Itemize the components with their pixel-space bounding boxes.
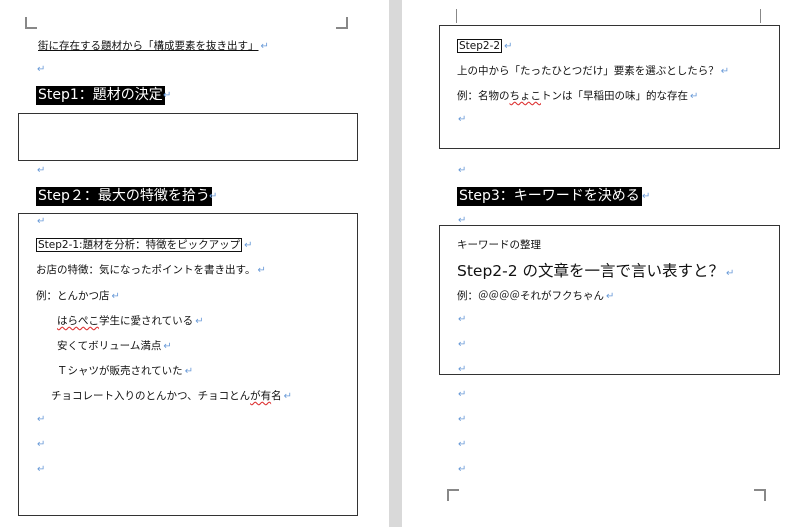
intro-line[interactable]: 街に存在する題材から「構成要素を抜き出す」 ↵ — [38, 39, 269, 54]
paragraph-mark: ↵ — [458, 314, 467, 325]
paragraph-mark: ↵ — [37, 216, 46, 227]
keyword-title[interactable]: キーワードの整理 — [457, 238, 541, 252]
step2-2-label[interactable]: Step2-2 ↵ — [457, 39, 512, 54]
keyword-example[interactable]: 例：＠＠＠＠それがフクちゃん ↵ — [457, 289, 614, 304]
step1-heading[interactable]: Step1：題材の決定 — [36, 86, 165, 105]
paragraph-mark: ↵ — [458, 464, 467, 475]
paragraph-mark: ↵ — [642, 191, 651, 202]
paragraph-mark: ↵ — [458, 439, 467, 450]
paragraph-mark: ↵ — [458, 339, 467, 350]
feature-item-2[interactable]: 安くてボリューム満点 ↵ — [57, 339, 172, 354]
step1-input-box[interactable] — [18, 113, 358, 161]
paragraph-mark: ↵ — [458, 414, 467, 425]
paragraph-mark: ↵ — [458, 165, 467, 176]
example-line[interactable]: 例：とんかつ店 ↵ — [36, 289, 120, 304]
feature-item-3[interactable]: Ｔシャツが販売されていた ↵ — [57, 364, 193, 379]
example-line[interactable]: 例：名物のちょこトンは「早稲田の味」的な存在 ↵ — [457, 89, 698, 104]
paragraph-mark: ↵ — [458, 114, 467, 125]
paragraph-mark: ↵ — [458, 389, 467, 400]
document-page-right: Step2-2 ↵ 上の中から「たったひとつだけ」要素を選ぶとしたら？ ↵ 例：名物… — [402, 0, 800, 527]
crop-mark-bottom-right — [754, 489, 766, 501]
features-line[interactable]: お店の特徴：気になったポイントを書き出す。 ↵ — [36, 263, 266, 278]
keyword-prompt[interactable]: Step2-2 の文章を一言で言い表すと？ ↵ — [457, 261, 734, 284]
paragraph-mark: ↵ — [37, 464, 46, 475]
paragraph-mark: ↵ — [37, 64, 46, 75]
feature-item-4[interactable]: チョコレート入りのとんかつ、チョコとんが有名 ↵ — [51, 389, 292, 404]
document-page-left: 街に存在する題材から「構成要素を抜き出す」 ↵ ↵ Step1：題材の決定 ↵ ↵… — [0, 0, 389, 527]
step2-1-title[interactable]: Step2-1:題材を分析：特徴をピックアップ ↵ — [36, 238, 252, 253]
paragraph-mark: ↵ — [37, 439, 46, 450]
step3-heading[interactable]: Step3：キーワードを決める — [457, 187, 642, 206]
crop-mark-top-right — [759, 9, 761, 23]
paragraph-mark: ↵ — [209, 191, 218, 202]
crop-mark-top-left — [456, 9, 458, 23]
paragraph-mark: ↵ — [37, 414, 46, 425]
crop-mark-top-right — [336, 17, 348, 29]
question-line[interactable]: 上の中から「たったひとつだけ」要素を選ぶとしたら？ ↵ — [457, 64, 729, 79]
paragraph-mark: ↵ — [458, 364, 467, 375]
crop-mark-bottom-left — [447, 489, 459, 501]
paragraph-mark: ↵ — [163, 90, 172, 101]
feature-item-1[interactable]: はらぺこ学生に愛されている ↵ — [57, 314, 204, 329]
paragraph-mark: ↵ — [37, 165, 46, 176]
crop-mark-top-left — [25, 17, 37, 29]
step2-heading[interactable]: Step２：最大の特徴を拾う — [36, 187, 212, 206]
